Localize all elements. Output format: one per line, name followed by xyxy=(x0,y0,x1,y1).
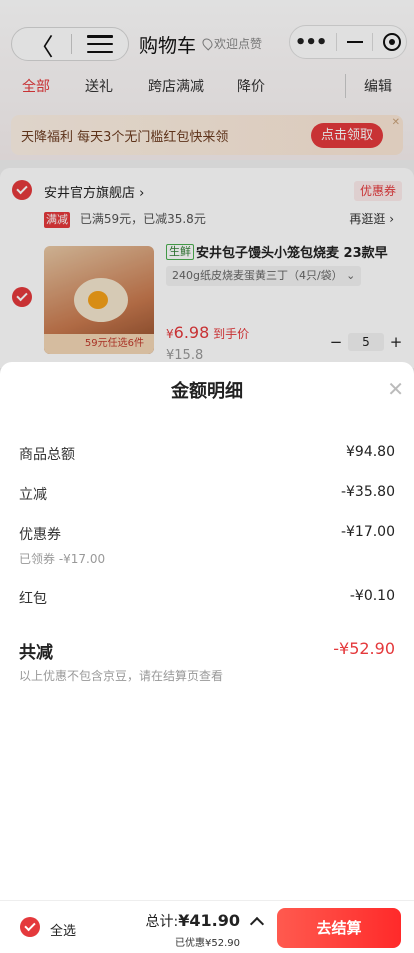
detail-row: 立减 -¥35.80 xyxy=(19,484,395,506)
checkout-button[interactable]: 去结算 xyxy=(277,908,401,948)
row-value: -¥0.10 xyxy=(349,588,395,604)
detail-row: 红包 -¥0.10 xyxy=(19,588,395,610)
amount-detail-sheet: 金额明细 ✕ 商品总额 ¥94.80 立减 -¥35.80 优惠券 -¥17.0… xyxy=(0,362,414,902)
row-sub: 已领券 -¥17.00 xyxy=(19,552,106,566)
total-value: -¥52.90 xyxy=(333,639,395,658)
total-amount: ¥41.90 xyxy=(178,911,240,930)
total-label: 共减 xyxy=(19,643,53,663)
row-label: 优惠券 xyxy=(19,527,61,543)
footnote: 以上优惠不包含京豆，请在结算页查看 xyxy=(19,669,224,683)
select-all-label[interactable]: 全选 xyxy=(50,920,76,939)
row-value: ¥94.80 xyxy=(346,444,395,460)
close-icon[interactable]: ✕ xyxy=(387,377,404,401)
bottom-bar: 全选 总计:¥41.90 已优惠¥52.90 去结算 xyxy=(0,900,414,953)
total-discount-row: 共减 -¥52.90 xyxy=(19,639,395,663)
row-value: -¥17.00 xyxy=(340,524,395,540)
saved-amount: 已优惠¥52.90 xyxy=(175,938,240,949)
select-all-check-icon[interactable] xyxy=(20,917,40,937)
detail-row: 商品总额 ¥94.80 xyxy=(19,444,395,466)
total-price: 总计:¥41.90 xyxy=(146,911,240,931)
sheet-title: 金额明细 xyxy=(171,381,243,402)
chevron-up-icon[interactable] xyxy=(249,916,265,932)
detail-row: 优惠券 -¥17.00 已领券 -¥17.00 xyxy=(19,524,395,566)
row-label: 红包 xyxy=(19,591,47,607)
row-label: 立减 xyxy=(19,487,47,503)
row-value: -¥35.80 xyxy=(340,484,395,500)
row-label: 商品总额 xyxy=(19,447,75,463)
total-label: 总计: xyxy=(145,914,179,930)
